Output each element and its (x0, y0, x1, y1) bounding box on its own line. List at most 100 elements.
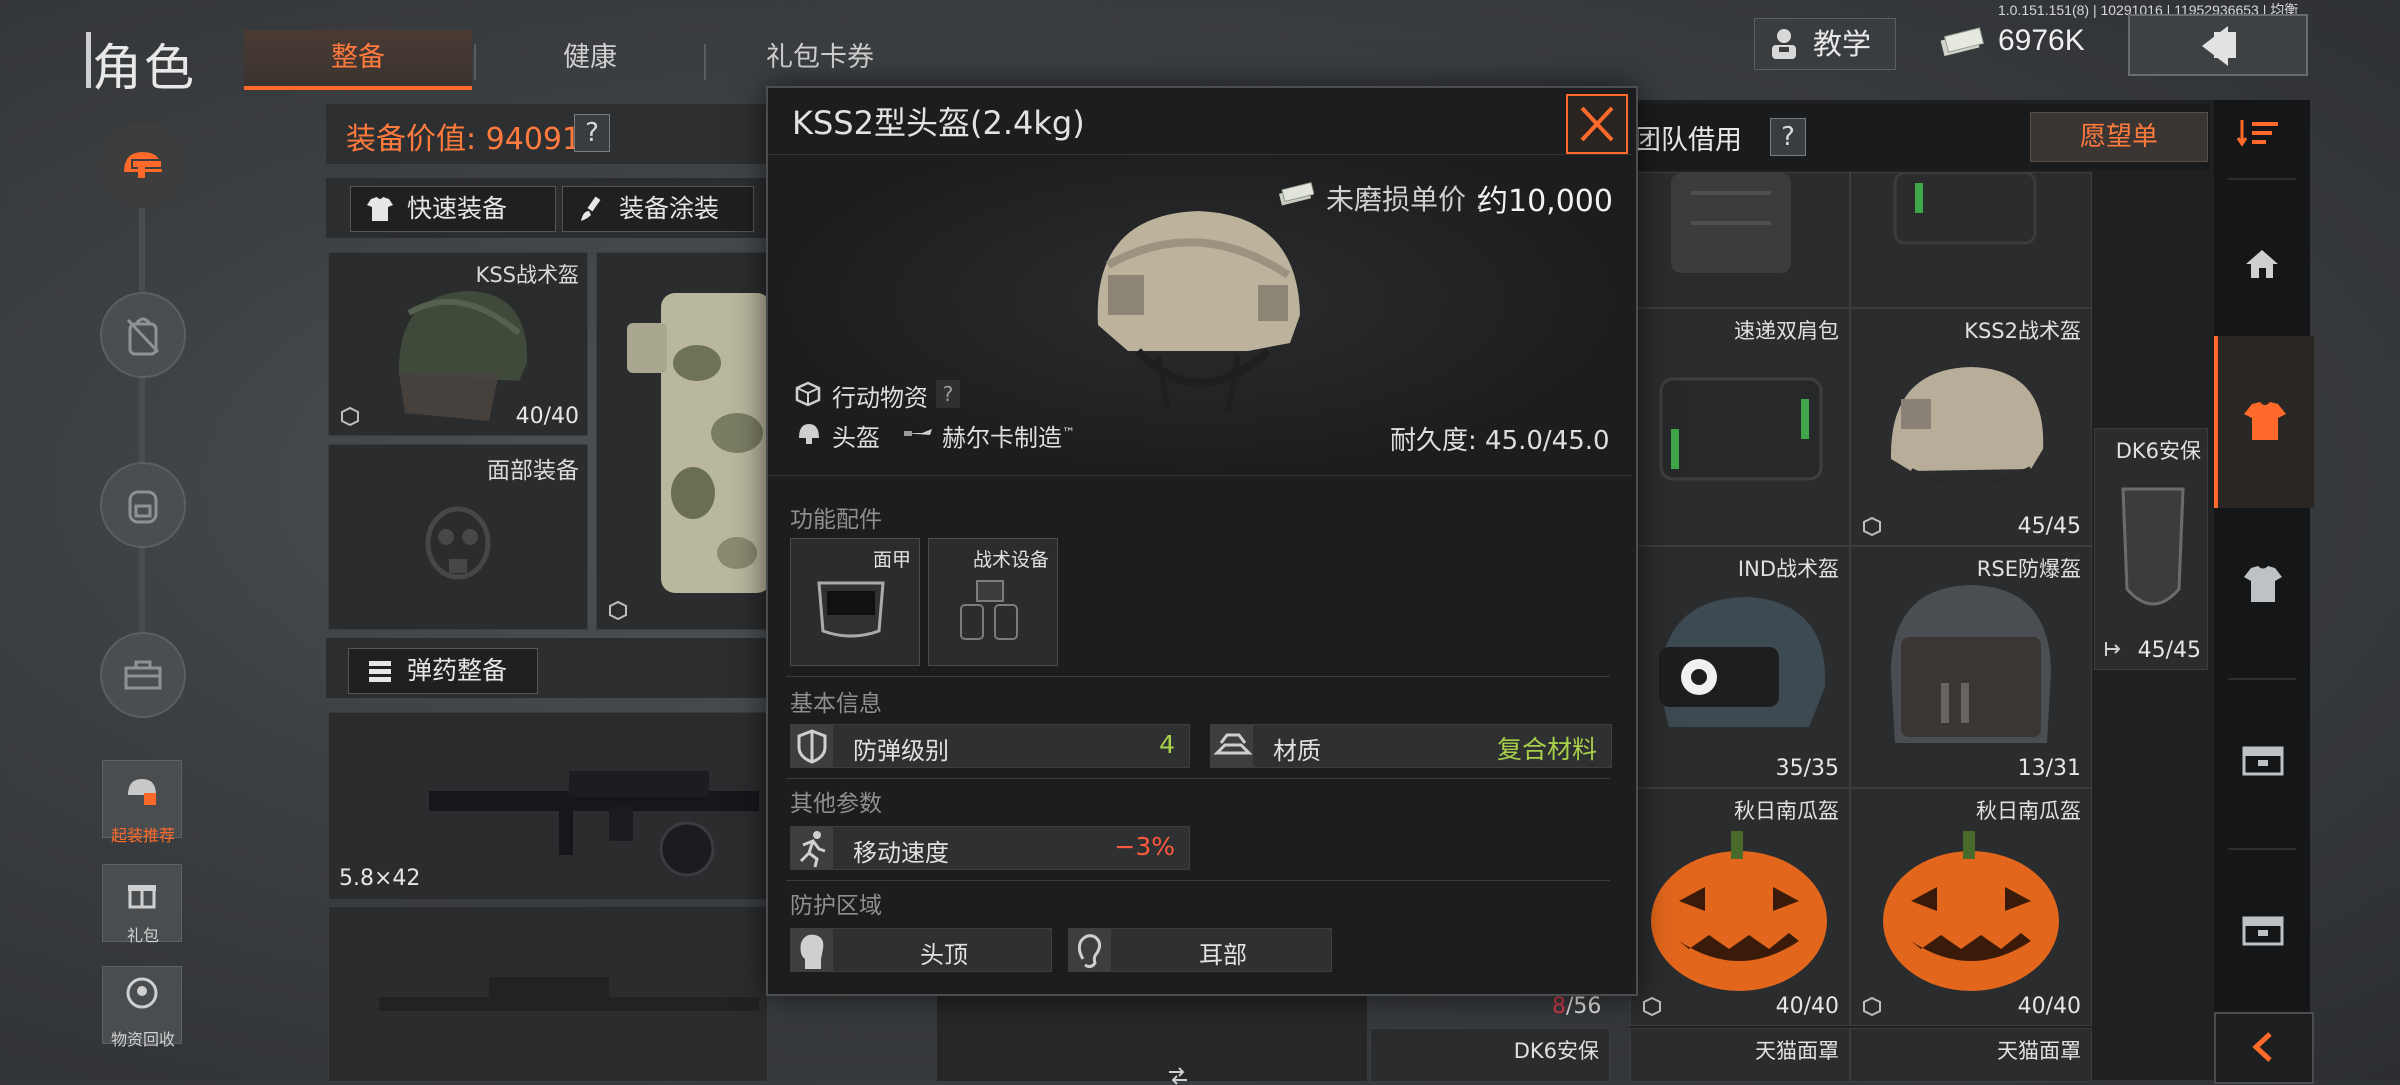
quick-equip-button[interactable]: 快速装备 (350, 186, 556, 232)
armor-slot[interactable] (596, 252, 768, 630)
page-title: 角色 (86, 28, 196, 100)
sidebar-helmet-gun[interactable] (100, 122, 186, 208)
ammo-prepare-button[interactable]: 弹药整备 (348, 648, 538, 694)
stat-value: −3% (1114, 832, 1175, 861)
backpack-image (1893, 173, 2037, 245)
inventory-cell[interactable]: 秋日南瓜盔 40/40 (1850, 788, 2092, 1026)
accessory-label: 战术设备 (972, 549, 1049, 571)
protection-ears: 耳部 (1068, 928, 1332, 972)
inventory-cell[interactable]: IND战术盔 35/35 (1630, 546, 1850, 788)
camo-vest-image (627, 293, 767, 593)
item-name: 天猫面罩 (1755, 1039, 1839, 1063)
item-durability: 耐久度: 45.0/45.0 (1390, 426, 1610, 456)
home-icon (2246, 250, 2278, 278)
item-durability: 40/40 (2017, 994, 2081, 1019)
item-durability: 13/31 (2017, 756, 2081, 781)
helmet-gun-icon (124, 152, 163, 178)
item-durability: 45/45 (2137, 638, 2201, 663)
inventory-cell[interactable] (1630, 172, 1850, 308)
inventory-cell[interactable]: DK6安保 45/45 (2094, 428, 2208, 670)
inventory-cell[interactable]: DK6安保 (1370, 1028, 1610, 1082)
helmet-slot-durability: 40/40 (515, 404, 579, 429)
helmet-type-icon (799, 424, 819, 444)
sidebar-backpack[interactable] (100, 292, 186, 378)
stat-material: 材质 复合材料 (1210, 724, 1612, 768)
tab-gift-coupons[interactable]: 礼包卡券 (706, 30, 934, 86)
item-maker: 赫尔卡制造™ (942, 418, 1075, 453)
face-slot[interactable]: 面部装备 (328, 444, 588, 630)
inventory-cell[interactable]: KSS2战术盔 45/45 (1850, 308, 2092, 546)
stat-value: 复合材料 (1496, 735, 1597, 764)
cash-icon (1940, 27, 1984, 56)
sniper-rifle-image (379, 977, 759, 1011)
ear-icon (1077, 934, 1102, 969)
item-type: 头盔 (832, 424, 880, 452)
maker-knife-icon (904, 429, 932, 436)
inventory-cell[interactable]: RSE防爆盔 13/31 (1850, 546, 2092, 788)
accessory-slot-face-armor[interactable]: 面甲 (790, 538, 920, 666)
close-button[interactable] (1566, 94, 1628, 154)
capacity-total: /56 (1566, 994, 1602, 1019)
collapse-nav-button[interactable] (2214, 1012, 2314, 1084)
helmet-slot-name: KSS战术盔 (475, 263, 579, 287)
inventory-cell[interactable]: 秋日南瓜盔 40/40 (1630, 788, 1850, 1026)
nav-home[interactable] (2214, 190, 2310, 340)
nav-storage-2[interactable] (2214, 858, 2310, 1008)
nav-clothing-active[interactable] (2214, 336, 2314, 508)
rifle-image (429, 771, 759, 877)
unequip-icon (2105, 642, 2121, 656)
storage-box-icon (2242, 916, 2284, 946)
loadout-recommend-label: 起装推荐 (110, 826, 175, 845)
tutorial-button[interactable]: 教学 (1754, 18, 1896, 70)
helmet-slot[interactable]: KSS战术盔 40/40 (328, 252, 588, 436)
gift-icon (128, 885, 156, 909)
paint-brush-icon (581, 196, 601, 221)
kss2-helmet-large-image (1097, 211, 1300, 412)
protection-label: 耳部 (1199, 941, 1247, 969)
bullets-icon (369, 661, 391, 682)
unworn-price-label: 未磨损单价 : (1326, 183, 1485, 216)
quick-equip-label: 快速装备 (407, 194, 508, 223)
inventory-cell[interactable]: 天猫面罩 (1850, 1028, 2092, 1082)
instructor-icon (1772, 29, 1796, 59)
stat-move-speed: 移动速度 −3% (790, 826, 1190, 870)
section-divider (786, 880, 1610, 881)
chevron-left-icon (2252, 1032, 2272, 1062)
paint-button[interactable]: 装备涂装 (562, 186, 754, 232)
wishlist-button[interactable]: 愿望单 (2030, 112, 2208, 162)
accessories-section-title: 功能配件 (790, 507, 882, 533)
back-button[interactable] (2128, 14, 2308, 76)
backpack-icon (126, 317, 160, 356)
primary-weapon-slot[interactable]: 5.8×42 (328, 712, 768, 900)
sidebar-connector (139, 170, 145, 690)
section-divider (786, 676, 1610, 677)
maker-name: 赫尔卡制造 (942, 424, 1062, 452)
equipment-value: 装备价值: 94091 (346, 122, 582, 157)
category-help-button[interactable]: ? (936, 380, 960, 408)
sidebar-toolbox[interactable] (100, 632, 186, 718)
item-name: DK6安保 (1513, 1039, 1599, 1063)
equipment-value-help-button[interactable]: ? (574, 114, 610, 152)
tab-equip[interactable]: 整备 (244, 30, 472, 90)
accessory-label: 面甲 (872, 549, 911, 571)
secondary-weapon-slot[interactable] (328, 906, 768, 1082)
nav-storage-1[interactable] (2214, 688, 2310, 838)
tab-health[interactable]: 健康 (476, 30, 704, 86)
team-borrow-help-button[interactable]: ? (1770, 118, 1806, 156)
toolbox-icon (124, 660, 162, 690)
inventory-cell[interactable]: 天猫面罩 (1630, 1028, 1850, 1082)
inventory-cell[interactable]: 速递双肩包 (1630, 308, 1850, 546)
stat-value: 4 (1159, 730, 1175, 759)
gas-mask-icon (425, 506, 491, 580)
nav-shirt[interactable] (2214, 510, 2310, 660)
inventory-cell[interactable] (1850, 172, 2092, 308)
accessory-slot-tactical-device[interactable]: 战术设备 (928, 538, 1058, 666)
orange-shirt-icon (2244, 402, 2286, 440)
stat-armor-level: 防弹级别 4 (790, 724, 1190, 768)
supply-box-icon (795, 381, 821, 406)
shirt-icon (2244, 566, 2282, 602)
item-durability: 35/35 (1775, 756, 1839, 781)
sidebar-bag[interactable] (100, 462, 186, 548)
filter-sort-button[interactable] (2236, 116, 2282, 154)
stat-name: 材质 (1273, 737, 1321, 765)
